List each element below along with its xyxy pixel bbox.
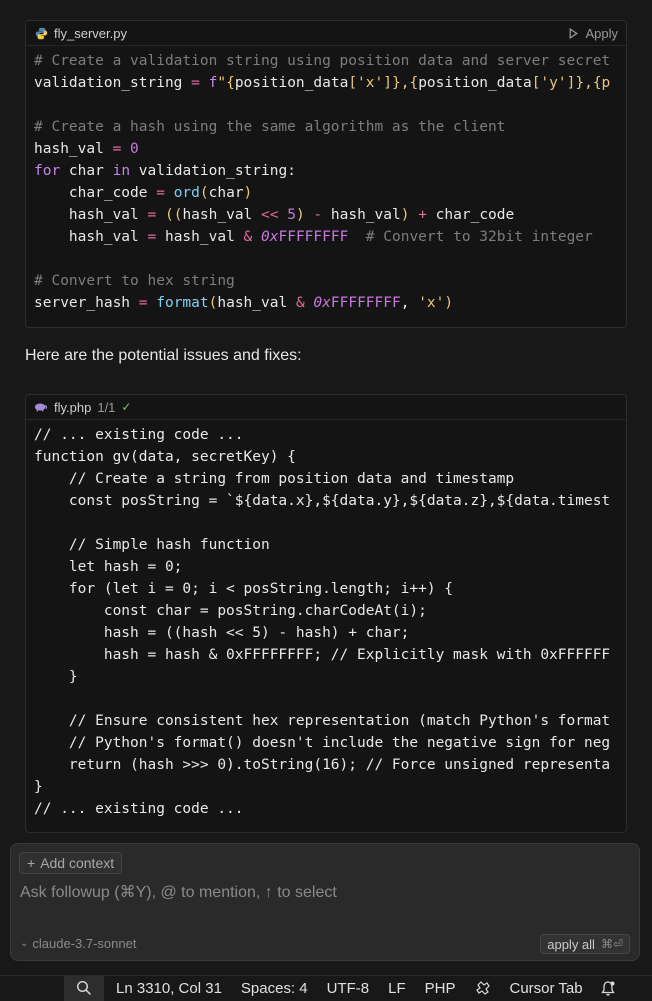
model-name: claude-3.7-sonnet [32, 936, 137, 951]
code-block-fly-server: fly_server.py Apply # Create a validatio… [25, 20, 627, 328]
code-line: validation_string = f"{position_data['x'… [34, 75, 611, 91]
code-content[interactable]: # Create a validation string using posit… [26, 46, 626, 318]
code-line: // Ensure consistent hex representation … [34, 713, 611, 729]
code-block-header: fly.php 1/1 ✓ [26, 395, 626, 420]
apply-button[interactable]: Apply [568, 26, 618, 41]
cursor-position[interactable]: Ln 3310, Col 31 [116, 980, 222, 997]
code-line: // Simple hash function [34, 537, 270, 553]
apply-all-shortcut: ⌘⏎ [600, 937, 623, 951]
status-bar: Ln 3310, Col 31 Spaces: 4 UTF-8 LF PHP C… [0, 975, 652, 1001]
code-line: const char = posString.charCodeAt(i); [34, 603, 427, 619]
play-icon [570, 27, 579, 39]
code-line: // ... existing code ... [34, 801, 244, 817]
apply-all-label: apply all [547, 936, 595, 952]
line-ending[interactable]: LF [388, 980, 406, 997]
code-line: function gv(data, secretKey) { [34, 449, 296, 465]
change-counter: 1/1 [97, 399, 116, 415]
language-mode[interactable]: PHP [425, 980, 456, 997]
model-selector[interactable]: ⌄ claude-3.7-sonnet [20, 936, 136, 951]
code-block-filename[interactable]: fly.php [54, 400, 91, 415]
code-line: hash = hash & 0xFFFFFFFF; // Explicitly … [34, 647, 611, 663]
code-block-fly-php: fly.php 1/1 ✓ // ... existing code ... fu… [25, 394, 627, 833]
encoding[interactable]: UTF-8 [327, 980, 370, 997]
chevron-down-icon: ⌄ [20, 938, 29, 949]
code-line: # Create a hash using the same algorithm… [34, 119, 506, 135]
add-context-button[interactable]: + Add context [19, 852, 123, 874]
code-line: server_hash = format(hash_val & 0xFFFFFF… [34, 295, 454, 311]
plus-icon: + [27, 855, 36, 871]
python-file-icon [34, 26, 48, 40]
add-context-label: Add context [40, 855, 115, 871]
code-line: hash_val = hash_val & 0xFFFFFFFF # Conve… [34, 229, 593, 245]
php-file-icon [34, 400, 48, 414]
code-line: let hash = 0; [34, 559, 183, 575]
code-content[interactable]: // ... existing code ... function gv(data… [26, 420, 626, 824]
cursor-tab[interactable]: Cursor Tab [510, 980, 583, 997]
code-line: // Python's format() doesn't include the… [34, 735, 611, 751]
code-line: hash = ((hash << 5) - hash) + char; [34, 625, 410, 641]
bell-icon[interactable] [600, 980, 616, 997]
search-icon [76, 980, 92, 996]
code-line: } [34, 779, 43, 795]
code-line: hash_val = ((hash_val << 5) - hash_val) … [34, 207, 515, 223]
code-line: # Create a validation string using posit… [34, 53, 611, 69]
followup-input[interactable]: Ask followup (⌘Y), @ to mention, ↑ to se… [20, 882, 337, 902]
code-line: return (hash >>> 0).toString(16); // For… [34, 757, 611, 773]
code-block-header: fly_server.py Apply [26, 21, 626, 46]
apply-label: Apply [585, 25, 618, 41]
code-line: hash_val = 0 [34, 141, 139, 157]
indentation[interactable]: Spaces: 4 [241, 980, 308, 997]
code-line: // Create a string from position data an… [34, 471, 515, 487]
extension-icon[interactable] [475, 980, 491, 996]
check-icon: ✓ [121, 400, 132, 414]
followup-composer: + Add context Ask followup (⌘Y), @ to me… [10, 843, 640, 961]
code-line: for (let i = 0; i < posString.length; i+… [34, 581, 454, 597]
code-line: char_code = ord(char) [34, 185, 253, 201]
code-line: const posString = `${data.x},${data.y},$… [34, 493, 611, 509]
apply-all-button[interactable]: apply all ⌘⏎ [540, 934, 630, 954]
search-button[interactable] [64, 975, 104, 1001]
code-block-filename[interactable]: fly_server.py [54, 26, 127, 41]
code-line: // ... existing code ... [34, 427, 244, 443]
assistant-message: Here are the potential issues and fixes: [25, 347, 302, 364]
code-line: for char in validation_string: [34, 163, 296, 179]
code-line: # Convert to hex string [34, 273, 235, 289]
code-line: } [34, 669, 78, 685]
